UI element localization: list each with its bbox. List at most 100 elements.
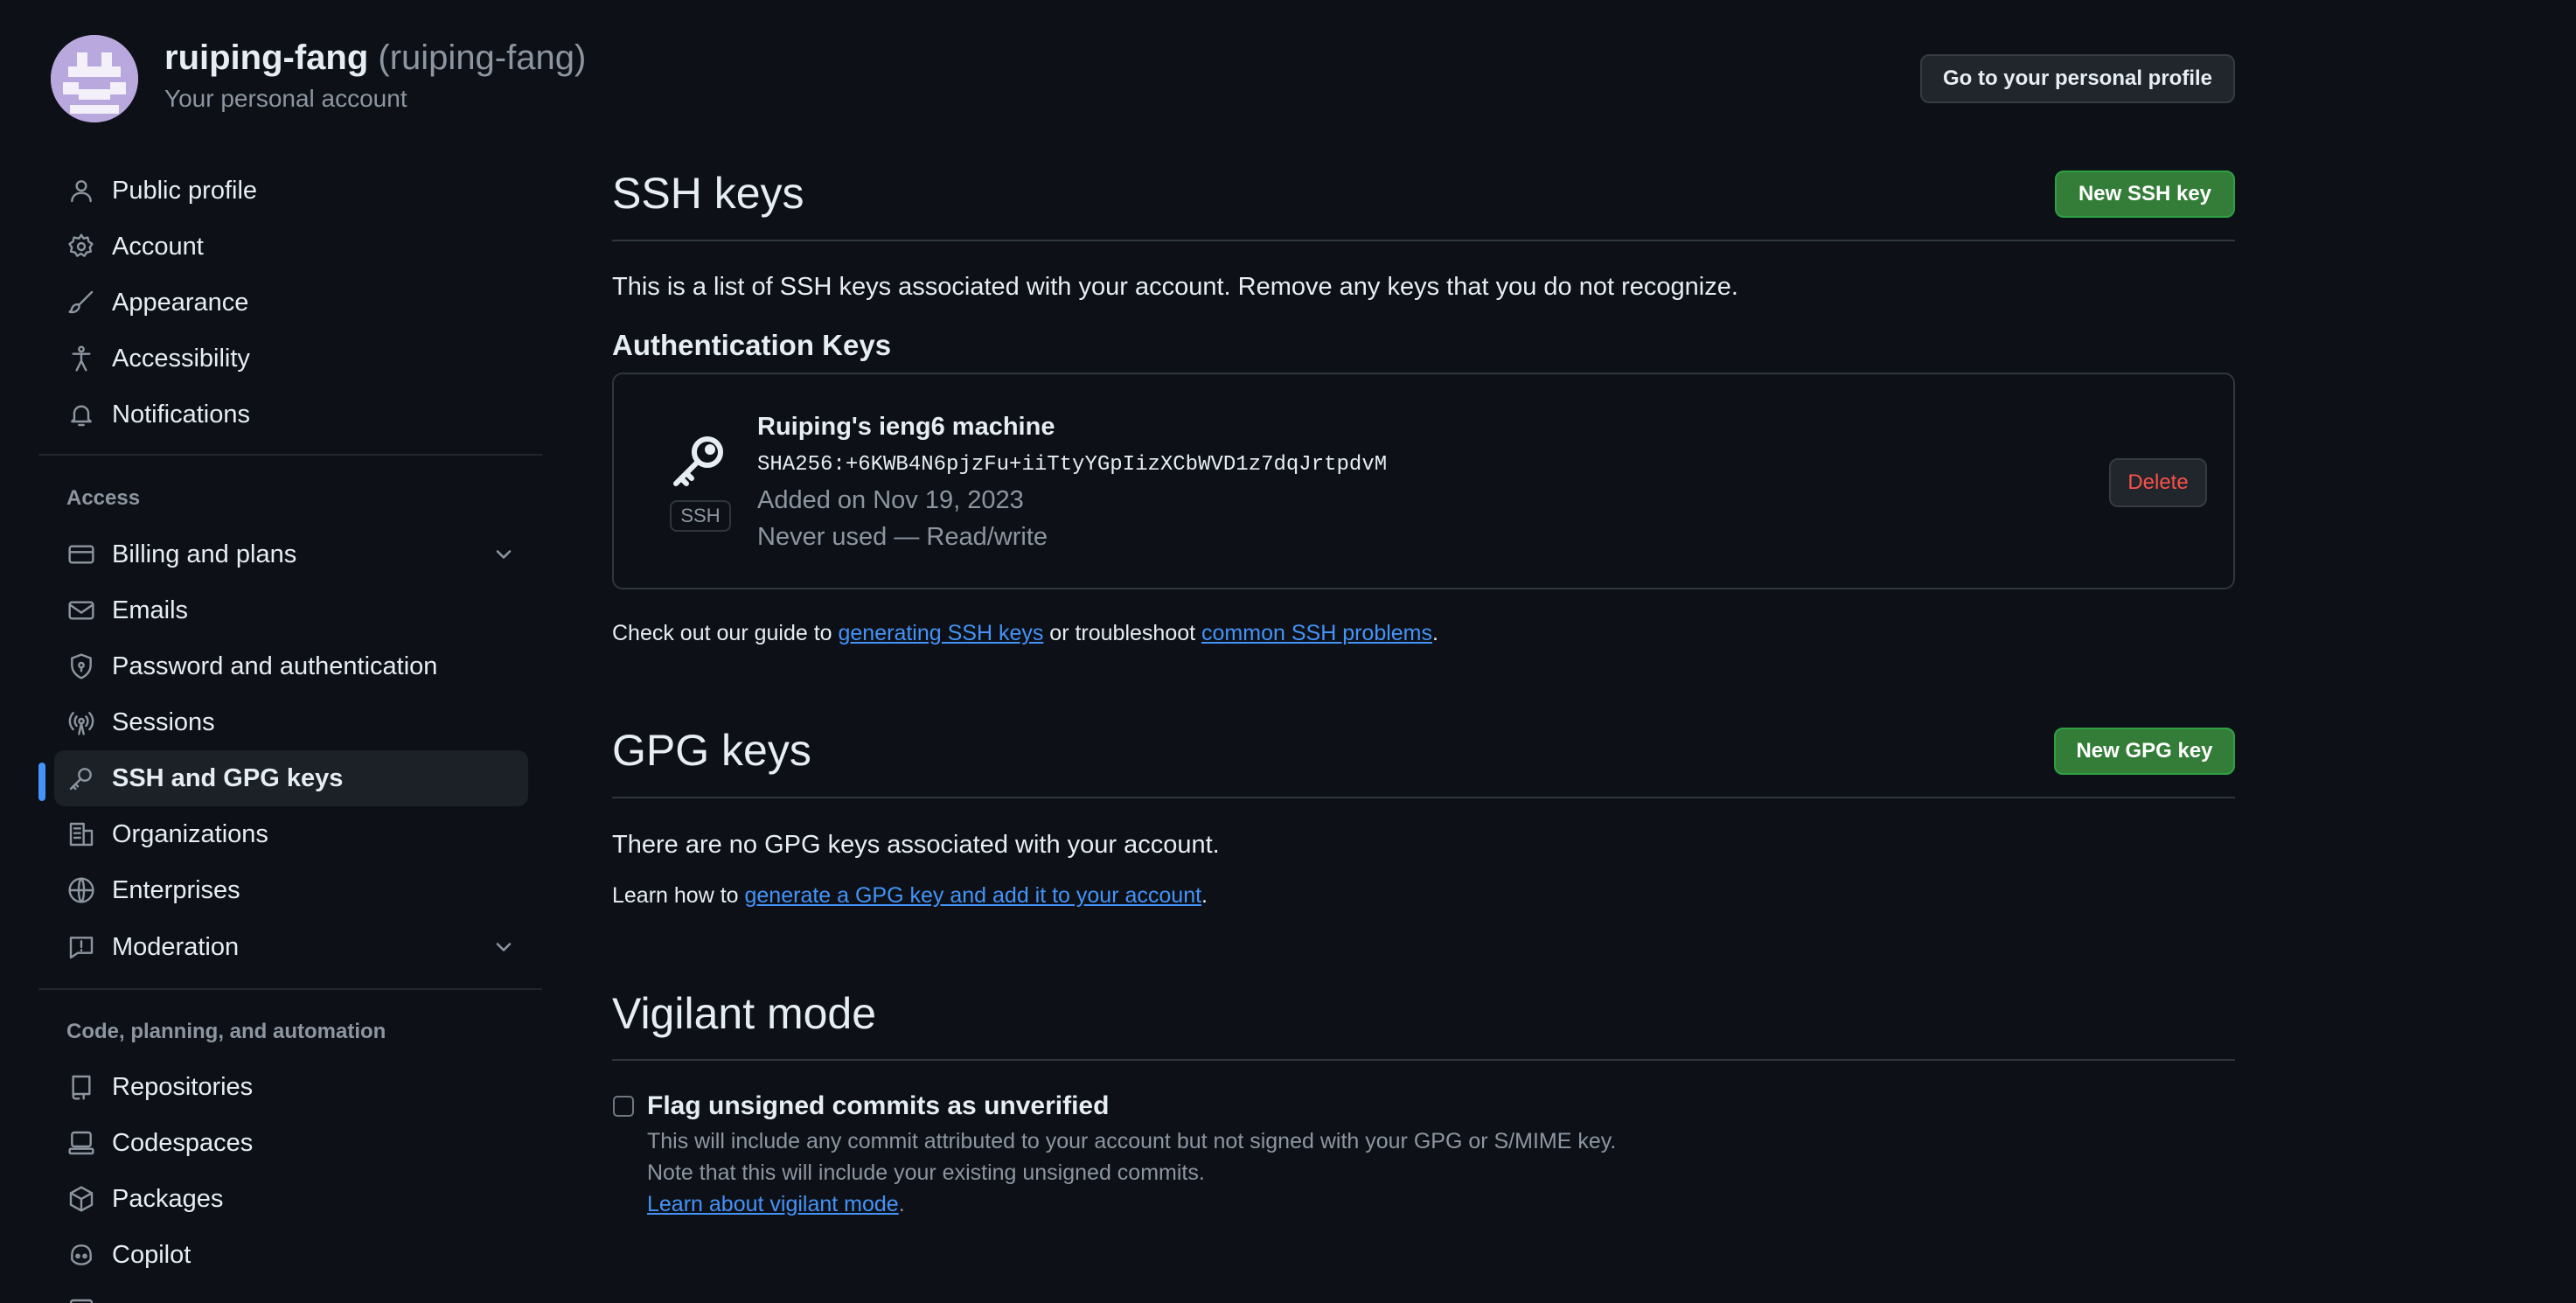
vigilant-help-line3: Learn about vigilant mode. xyxy=(647,1192,905,1217)
settings-page: ruiping-fang (ruiping-fang) Your persona… xyxy=(0,0,2576,1303)
sidebar-item-account[interactable]: Account xyxy=(54,219,528,275)
credit-card-icon xyxy=(66,540,96,569)
paintbrush-icon xyxy=(66,288,96,317)
table-icon xyxy=(66,1296,96,1303)
key-icon xyxy=(668,429,731,491)
person-icon xyxy=(66,176,96,206)
section-divider xyxy=(612,797,2235,798)
sidebar-item-label: Account xyxy=(112,232,204,261)
ssh-key-fingerprint: SHA256:+6KWB4N6pjzFu+iiTtyYGpIizXCbWVD1z… xyxy=(757,453,1388,477)
sidebar-item-label: Appearance xyxy=(112,288,249,317)
ssh-key-title: Ruiping's ieng6 machine xyxy=(757,413,1055,441)
account-handle: (ruiping-fang) xyxy=(378,38,587,77)
help-suffix: . xyxy=(898,1192,905,1216)
sidebar-item-sessions[interactable]: Sessions xyxy=(54,694,528,750)
shield-lock-icon xyxy=(66,652,96,681)
flag-unsigned-commits-checkbox[interactable] xyxy=(613,1096,634,1117)
new-ssh-key-button[interactable]: New SSH key xyxy=(2055,171,2235,218)
active-item-marker xyxy=(38,763,45,801)
guide-suffix: . xyxy=(1432,621,1438,645)
sidebar-item-partial[interactable] xyxy=(54,1283,528,1303)
sidebar-item-label: Billing and plans xyxy=(112,540,297,568)
generating-ssh-keys-link[interactable]: generating SSH keys xyxy=(839,621,1044,645)
sidebar-item-label: Sessions xyxy=(112,707,215,736)
bell-icon xyxy=(66,400,96,429)
report-icon xyxy=(66,932,96,962)
account-subtitle: Your personal account xyxy=(164,85,407,112)
learn-vigilant-mode-link[interactable]: Learn about vigilant mode xyxy=(647,1192,899,1216)
sidebar-divider xyxy=(38,988,542,990)
gpg-learn-text: Learn how to generate a GPG key and add … xyxy=(612,883,1208,909)
ssh-keys-heading: SSH keys xyxy=(612,169,804,218)
broadcast-icon xyxy=(66,707,96,737)
sidebar-item-label: SSH and GPG keys xyxy=(112,763,344,792)
sidebar-item-label: Moderation xyxy=(112,932,240,961)
flag-unsigned-commits-label[interactable]: Flag unsigned commits as unverified xyxy=(647,1091,1109,1121)
learn-suffix: . xyxy=(1201,883,1208,908)
sidebar-heading-code: Code, planning, and automation xyxy=(66,1020,386,1043)
avatar[interactable] xyxy=(51,35,138,122)
globe-icon xyxy=(66,875,96,905)
key-icon xyxy=(66,763,96,793)
common-ssh-problems-link[interactable]: common SSH problems xyxy=(1201,621,1432,645)
package-icon xyxy=(66,1184,96,1214)
vigilant-help-line2: Note that this will include your existin… xyxy=(647,1160,1205,1185)
learn-prefix: Learn how to xyxy=(612,883,745,908)
sidebar-item-label: Repositories xyxy=(112,1072,254,1101)
copilot-icon xyxy=(66,1240,96,1270)
ssh-description: This is a list of SSH keys associated wi… xyxy=(612,273,1738,301)
delete-ssh-key-button[interactable]: Delete xyxy=(2109,458,2207,507)
sidebar-item-organizations[interactable]: Organizations xyxy=(54,806,528,862)
authentication-keys-heading: Authentication Keys xyxy=(612,329,892,361)
accessibility-icon xyxy=(66,344,96,373)
sidebar-item-billing[interactable]: Billing and plans xyxy=(54,526,528,582)
gpg-keys-heading: GPG keys xyxy=(612,726,811,775)
sidebar-item-codespaces[interactable]: Codespaces xyxy=(54,1115,528,1171)
sidebar-item-label: Emails xyxy=(112,596,189,624)
ssh-key-added-date: Added on Nov 19, 2023 xyxy=(757,486,1024,514)
new-gpg-key-button[interactable]: New GPG key xyxy=(2054,728,2235,775)
ssh-key-item: SSH Ruiping's ieng6 machine SHA256:+6KWB… xyxy=(612,373,2235,589)
gear-icon xyxy=(66,232,96,261)
vigilant-help-line1: This will include any commit attributed … xyxy=(647,1129,1617,1153)
ssh-key-usage: Never used — Read/write xyxy=(757,523,1048,551)
account-name[interactable]: ruiping-fang xyxy=(164,38,368,77)
sidebar-item-label: Public profile xyxy=(112,176,258,205)
sidebar-item-copilot[interactable]: Copilot xyxy=(54,1227,528,1283)
sidebar-item-notifications[interactable]: Notifications xyxy=(54,387,528,442)
sidebar-item-public-profile[interactable]: Public profile xyxy=(54,163,528,219)
sidebar-item-label: Password and authentication xyxy=(112,652,438,680)
mail-icon xyxy=(66,596,96,625)
generate-gpg-key-link[interactable]: generate a GPG key and add it to your ac… xyxy=(745,883,1202,908)
sidebar-heading-access: Access xyxy=(66,486,141,510)
sidebar-divider xyxy=(38,454,542,456)
chevron-down-icon[interactable] xyxy=(491,542,516,567)
codespaces-icon xyxy=(66,1128,96,1158)
gpg-empty-text: There are no GPG keys associated with yo… xyxy=(612,831,1220,859)
go-to-profile-button[interactable]: Go to your personal profile xyxy=(1920,54,2235,103)
ssh-guide-text: Check out our guide to generating SSH ke… xyxy=(612,621,1438,646)
sidebar-item-label: Packages xyxy=(112,1184,224,1213)
section-divider xyxy=(612,240,2235,241)
sidebar-item-label: Codespaces xyxy=(112,1128,254,1157)
sidebar-item-label: Notifications xyxy=(112,400,250,429)
sidebar-item-packages[interactable]: Packages xyxy=(54,1171,528,1227)
sidebar-item-label: Copilot xyxy=(112,1240,191,1269)
guide-middle: or troubleshoot xyxy=(1043,621,1202,645)
sidebar-item-label: Enterprises xyxy=(112,875,240,904)
chevron-down-icon[interactable] xyxy=(491,935,516,959)
sidebar-item-repositories[interactable]: Repositories xyxy=(54,1059,528,1115)
sidebar-item-ssh-gpg-keys[interactable]: SSH and GPG keys xyxy=(54,750,528,806)
sidebar-item-enterprises[interactable]: Enterprises xyxy=(54,862,528,918)
sidebar-item-moderation[interactable]: Moderation xyxy=(54,919,528,975)
repo-icon xyxy=(66,1072,96,1102)
sidebar-item-password[interactable]: Password and authentication xyxy=(54,638,528,694)
ssh-badge: SSH xyxy=(670,500,731,532)
sidebar-item-appearance[interactable]: Appearance xyxy=(54,275,528,331)
sidebar-item-emails[interactable]: Emails xyxy=(54,582,528,638)
identicon-image xyxy=(51,35,138,122)
sidebar-item-label: Accessibility xyxy=(112,344,250,373)
vigilant-mode-heading: Vigilant mode xyxy=(612,989,877,1038)
sidebar-item-accessibility[interactable]: Accessibility xyxy=(54,331,528,387)
section-divider xyxy=(612,1059,2235,1061)
